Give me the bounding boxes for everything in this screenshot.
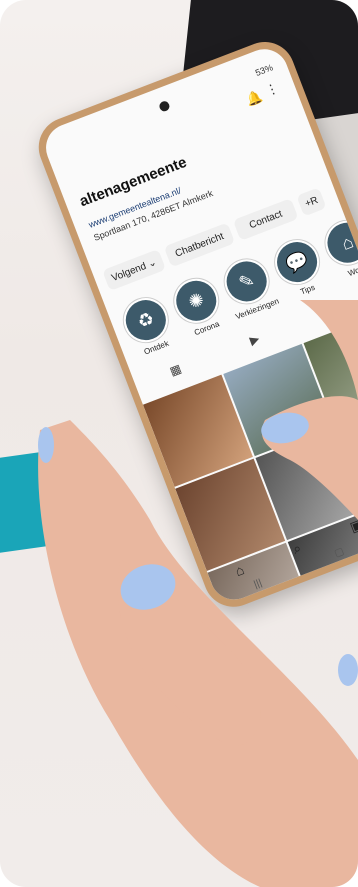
right-palm — [300, 300, 358, 400]
pointing-hand — [261, 396, 358, 520]
side-nail — [338, 654, 358, 686]
finger-nail — [38, 427, 54, 463]
photo-frame: 53% 🔔 ⋮ altenagemeente www.gemeentealten… — [0, 0, 358, 887]
hands-illustration — [38, 300, 358, 887]
